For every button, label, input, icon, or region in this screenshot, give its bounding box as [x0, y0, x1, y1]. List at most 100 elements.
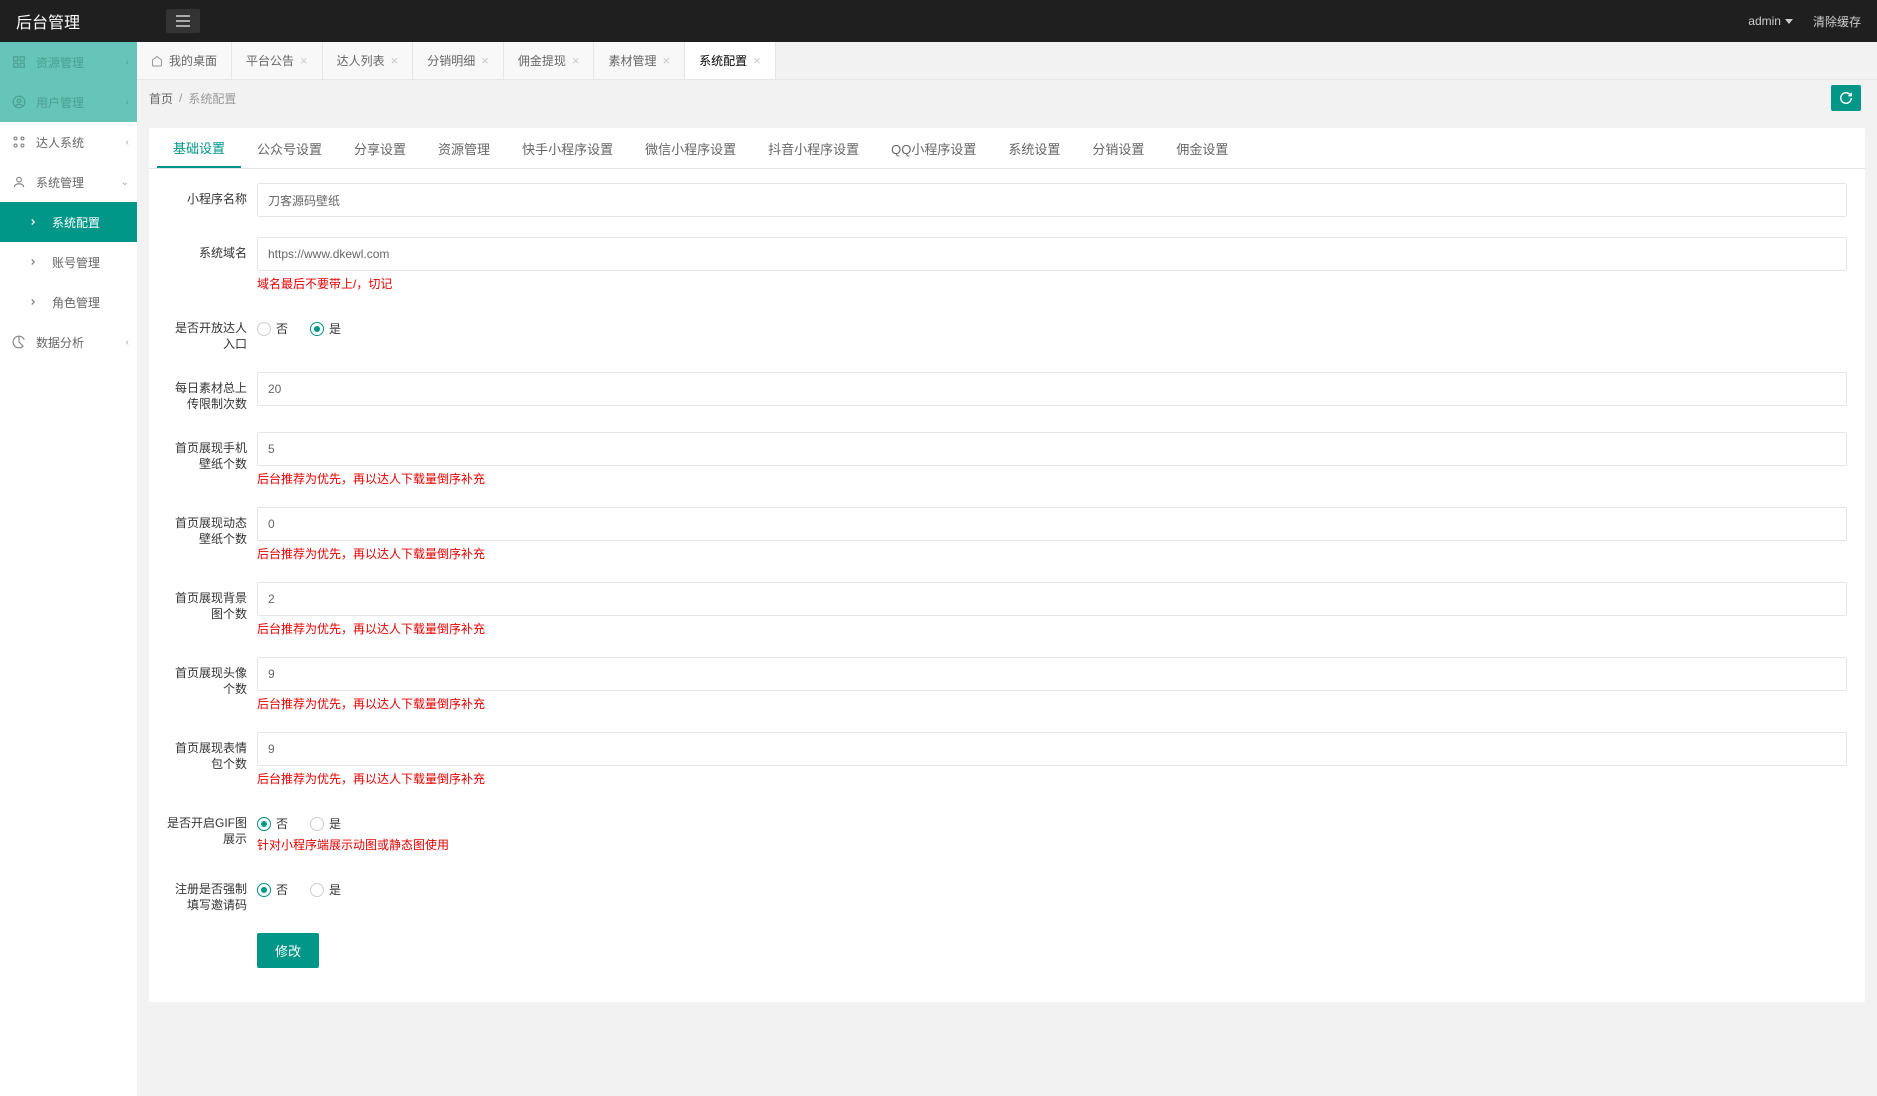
radio-icon	[257, 817, 271, 831]
tab-close-icon[interactable]: ×	[662, 53, 670, 68]
input-home-bg[interactable]	[257, 582, 1847, 616]
page-tab-0[interactable]: 我的桌面	[137, 42, 232, 79]
config-tab-3[interactable]: 资源管理	[422, 128, 506, 168]
tab-close-icon[interactable]: ×	[753, 53, 761, 68]
radio-label: 否	[276, 815, 288, 832]
label-gif: 是否开启GIF图展示	[167, 807, 257, 853]
config-tab-1[interactable]: 公众号设置	[241, 128, 338, 168]
sidebar-label: 资源管理	[36, 54, 125, 71]
tab-label: 素材管理	[608, 52, 656, 69]
modules-icon	[12, 135, 28, 149]
sidebar-item-7[interactable]: 数据分析‹	[0, 322, 137, 362]
refresh-button[interactable]	[1831, 85, 1861, 111]
radio-icon	[257, 322, 271, 336]
sidebar-item-4[interactable]: 系统配置	[0, 202, 137, 242]
radio-gif-option-1[interactable]: 是	[310, 815, 341, 832]
sidebar-item-5[interactable]: 账号管理	[0, 242, 137, 282]
label-home-emoji: 首页展现表情包个数	[167, 732, 257, 787]
input-app-name[interactable]	[257, 183, 1847, 217]
breadcrumb-home[interactable]: 首页	[149, 90, 173, 107]
page-tab-4[interactable]: 佣金提现 ×	[504, 42, 595, 79]
page-tab-6[interactable]: 系统配置 ×	[685, 42, 776, 79]
page-tab-1[interactable]: 平台公告×	[232, 42, 323, 79]
sidebar-label: 用户管理	[36, 94, 125, 111]
radio-open-daren-option-0[interactable]: 否	[257, 320, 288, 337]
config-tab-7[interactable]: QQ小程序设置	[875, 128, 992, 168]
form-item-submit: 修改	[167, 933, 1847, 968]
config-tabs: 基础设置公众号设置分享设置资源管理快手小程序设置微信小程序设置抖音小程序设置QQ…	[149, 128, 1865, 169]
form-item-domain: 系统域名 域名最后不要带上/，切记	[167, 237, 1847, 292]
tab-close-icon[interactable]: ×	[391, 53, 399, 68]
sidebar-label: 角色管理	[52, 294, 125, 311]
config-tab-10[interactable]: 佣金设置	[1160, 128, 1244, 168]
user-icon	[12, 175, 28, 189]
form-item-daily-upload: 每日素材总上传限制次数	[167, 372, 1847, 412]
config-tab-2[interactable]: 分享设置	[338, 128, 422, 168]
page-tab-5[interactable]: 素材管理 ×	[594, 42, 685, 79]
page-tabs: 我的桌面平台公告×达人列表×分销明细× 佣金提现 × 素材管理 × 系统配置 ×	[137, 42, 1877, 80]
menu-toggle-button[interactable]	[166, 9, 200, 33]
radio-label: 是	[329, 815, 341, 832]
config-tab-5[interactable]: 微信小程序设置	[629, 128, 752, 168]
form-item-open-daren: 是否开放达人入口 否 是	[167, 312, 1847, 352]
label-home-phone: 首页展现手机壁纸个数	[167, 432, 257, 487]
tab-close-icon[interactable]: ×	[481, 53, 489, 68]
input-home-avatar[interactable]	[257, 657, 1847, 691]
tab-label: 佣金提现	[518, 52, 566, 69]
sidebar-item-2[interactable]: 达人系统‹	[0, 122, 137, 162]
radio-icon	[310, 883, 324, 897]
form-item-home-emoji: 首页展现表情包个数 后台推荐为优先，再以达人下载量倒序补充	[167, 732, 1847, 787]
radio-gif-option-0[interactable]: 否	[257, 815, 288, 832]
config-tab-6[interactable]: 抖音小程序设置	[752, 128, 875, 168]
form-item-app-name: 小程序名称	[167, 183, 1847, 217]
config-tab-9[interactable]: 分销设置	[1076, 128, 1160, 168]
config-form: 小程序名称 系统域名 域名最后不要带上/，切记	[149, 169, 1865, 1002]
caret-down-icon	[1785, 19, 1793, 24]
input-home-phone[interactable]	[257, 432, 1847, 466]
breadcrumb-sep: /	[179, 91, 182, 105]
input-domain[interactable]	[257, 237, 1847, 271]
sidebar-item-1[interactable]: 用户管理‹	[0, 82, 137, 122]
home-icon	[151, 55, 163, 67]
tip-domain: 域名最后不要带上/，切记	[257, 275, 1847, 292]
form-item-home-phone: 首页展现手机壁纸个数 后台推荐为优先，再以达人下载量倒序补充	[167, 432, 1847, 487]
radio-label: 是	[329, 881, 341, 898]
radio-invite-option-1[interactable]: 是	[310, 881, 341, 898]
breadcrumb-row: 首页 / 系统配置	[137, 80, 1877, 116]
sidebar-label: 系统配置	[52, 214, 125, 231]
clear-cache-button[interactable]: 清除缓存	[1813, 13, 1861, 30]
chevron-icon	[28, 297, 44, 307]
radio-open-daren-option-1[interactable]: 是	[310, 320, 341, 337]
tab-label: 系统配置	[699, 52, 747, 69]
input-home-emoji[interactable]	[257, 732, 1847, 766]
page-tab-3[interactable]: 分销明细×	[413, 42, 504, 79]
tab-close-icon[interactable]: ×	[572, 53, 580, 68]
input-daily-upload[interactable]	[257, 372, 1847, 406]
chevron-icon: ⌄	[121, 177, 129, 188]
radio-invite-option-0[interactable]: 否	[257, 881, 288, 898]
app-title: 后台管理	[16, 9, 166, 33]
header-right: admin 清除缓存	[1748, 13, 1861, 30]
input-home-dynamic[interactable]	[257, 507, 1847, 541]
config-tab-0[interactable]: 基础设置	[157, 128, 241, 168]
sidebar-item-0[interactable]: 资源管理‹	[0, 42, 137, 82]
main-area: 我的桌面平台公告×达人列表×分销明细× 佣金提现 × 素材管理 × 系统配置 × 首页 / …	[137, 42, 1877, 1096]
submit-button[interactable]: 修改	[257, 933, 319, 968]
page-tab-2[interactable]: 达人列表×	[323, 42, 414, 79]
sidebar-item-3[interactable]: 系统管理⌄	[0, 162, 137, 202]
form-item-home-bg: 首页展现背景图个数 后台推荐为优先，再以达人下载量倒序补充	[167, 582, 1847, 637]
chevron-icon	[28, 257, 44, 267]
config-tab-8[interactable]: 系统设置	[992, 128, 1076, 168]
tip-home-avatar: 后台推荐为优先，再以达人下载量倒序补充	[257, 695, 1847, 712]
tip-home-emoji: 后台推荐为优先，再以达人下载量倒序补充	[257, 770, 1847, 787]
tab-close-icon[interactable]: ×	[300, 53, 308, 68]
label-open-daren: 是否开放达人入口	[167, 312, 257, 352]
hamburger-icon	[176, 15, 190, 27]
config-tab-4[interactable]: 快手小程序设置	[506, 128, 629, 168]
chevron-icon: ‹	[126, 137, 129, 148]
sidebar-item-6[interactable]: 角色管理	[0, 282, 137, 322]
label-home-avatar: 首页展现头像个数	[167, 657, 257, 712]
user-dropdown[interactable]: admin	[1748, 14, 1793, 28]
tip-home-dynamic: 后台推荐为优先，再以达人下载量倒序补充	[257, 545, 1847, 562]
label-invite: 注册是否强制填写邀请码	[167, 873, 257, 913]
